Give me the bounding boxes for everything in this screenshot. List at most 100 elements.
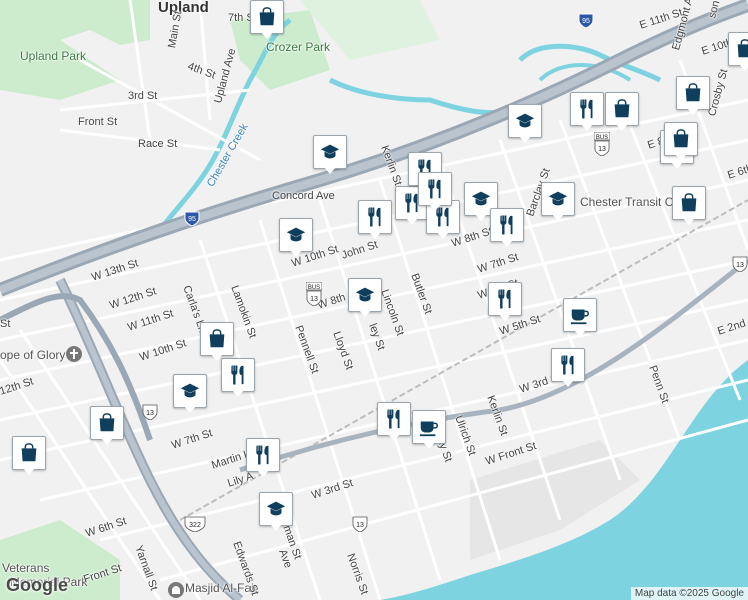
pin-pointer	[616, 124, 628, 131]
svg-text:BUS: BUS	[308, 285, 320, 291]
shopping-poi-pin[interactable]	[200, 322, 234, 362]
pin-pointer	[675, 154, 687, 161]
svg-text:322: 322	[189, 522, 201, 529]
pin-pointer	[261, 32, 273, 39]
pin-pointer	[211, 354, 223, 361]
cafe-icon	[412, 410, 446, 444]
street-label: Concord Ave	[272, 190, 335, 202]
street-label: Front St	[78, 116, 118, 128]
school-poi-pin[interactable]	[259, 492, 293, 532]
restaurant-poi-pin[interactable]	[246, 438, 280, 478]
pin-pointer	[290, 250, 302, 257]
restaurant-icon	[221, 358, 255, 392]
school-poi-pin[interactable]	[348, 278, 382, 318]
shopping-poi-pin[interactable]	[605, 92, 639, 132]
pin-pointer	[369, 232, 381, 239]
shopping-poi-pin[interactable]	[728, 32, 748, 72]
pin-pointer	[437, 232, 449, 239]
pin-pointer	[406, 218, 418, 225]
svg-text:13: 13	[356, 522, 364, 529]
mosque-icon[interactable]	[168, 582, 184, 598]
school-poi-pin[interactable]	[508, 104, 542, 144]
shopping-poi-pin[interactable]	[250, 0, 284, 40]
restaurant-icon	[377, 402, 411, 436]
pin-pointer	[499, 314, 511, 321]
restaurant-poi-pin[interactable]	[358, 200, 392, 240]
svg-text:13: 13	[310, 296, 318, 303]
school-poi-pin[interactable]	[313, 135, 347, 175]
school-icon	[259, 492, 293, 526]
svg-text:13: 13	[736, 262, 744, 269]
shopping-icon	[12, 436, 46, 470]
interstate-95-shield: 95	[578, 12, 594, 29]
route-322-shield: 322	[184, 516, 206, 533]
shopping-icon	[250, 0, 284, 34]
restaurant-icon	[488, 282, 522, 316]
school-icon	[508, 104, 542, 138]
restaurant-poi-pin[interactable]	[551, 348, 585, 388]
pin-pointer	[23, 468, 35, 475]
pin-pointer	[359, 310, 371, 317]
shopping-poi-pin[interactable]	[664, 122, 698, 162]
pin-pointer	[388, 434, 400, 441]
pin-pointer	[232, 390, 244, 397]
restaurant-icon	[551, 348, 585, 382]
street-label: 3rd St	[128, 90, 158, 102]
shopping-poi-pin[interactable]	[90, 406, 124, 446]
restaurant-poi-pin[interactable]	[490, 208, 524, 248]
restaurant-poi-pin[interactable]	[488, 282, 522, 322]
us-13-shield: 13	[352, 516, 368, 533]
restaurant-poi-pin[interactable]	[570, 92, 604, 132]
park-label-veterans-1: Veterans	[2, 561, 50, 575]
pin-pointer	[519, 136, 531, 143]
restaurant-icon	[490, 208, 524, 242]
us-13-shield: 13	[732, 256, 748, 273]
school-poi-pin[interactable]	[173, 374, 207, 414]
cafe-poi-pin[interactable]	[563, 298, 597, 338]
pin-pointer	[562, 380, 574, 387]
street-label: Race St	[138, 138, 178, 150]
shopping-icon	[605, 92, 639, 126]
shopping-icon	[664, 122, 698, 156]
shopping-icon	[200, 322, 234, 356]
restaurant-poi-pin[interactable]	[377, 402, 411, 442]
school-icon	[348, 278, 382, 312]
school-poi-pin[interactable]	[279, 218, 313, 258]
school-poi-pin[interactable]	[541, 182, 575, 222]
pin-pointer	[184, 406, 196, 413]
svg-text:BUS: BUS	[596, 135, 608, 141]
street-label: St	[0, 318, 11, 330]
svg-text:13: 13	[598, 146, 606, 153]
poi-label-hope-of-glory: ope of Glory	[0, 348, 66, 362]
restaurant-poi-pin[interactable]	[418, 172, 452, 212]
shopping-icon	[728, 32, 748, 66]
pin-pointer	[683, 218, 695, 225]
cafe-poi-pin[interactable]	[412, 410, 446, 450]
shopping-poi-pin[interactable]	[676, 76, 710, 116]
pin-pointer	[324, 167, 336, 174]
pin-pointer	[671, 162, 683, 169]
restaurant-icon	[418, 172, 452, 206]
church-icon[interactable]	[66, 346, 82, 362]
us-13-bus-shield: BUS 13	[305, 281, 323, 307]
park-label-upland-park: Upland Park	[20, 49, 87, 63]
shopping-icon	[672, 186, 706, 220]
map-attribution[interactable]: Map data ©2025 Google	[630, 587, 748, 600]
shopping-icon	[676, 76, 710, 110]
us-13-bus-shield: BUS 13	[593, 131, 611, 157]
pin-pointer	[257, 470, 269, 477]
shopping-poi-pin[interactable]	[12, 436, 46, 476]
school-icon	[313, 135, 347, 169]
map-canvas[interactable]: Upland Upland Park Crozer Park Chester C…	[0, 0, 748, 600]
pin-pointer	[475, 214, 487, 221]
google-logo: Google	[6, 575, 68, 595]
poi-label-chester-transit: Chester Transit Ce	[580, 195, 681, 209]
restaurant-icon	[570, 92, 604, 126]
park-area	[0, 0, 150, 45]
restaurant-poi-pin[interactable]	[221, 358, 255, 398]
park-label-crozer-park: Crozer Park	[266, 40, 331, 54]
shopping-icon	[90, 406, 124, 440]
shopping-poi-pin[interactable]	[672, 186, 706, 226]
school-icon	[173, 374, 207, 408]
us-13-shield: 13	[142, 404, 158, 421]
